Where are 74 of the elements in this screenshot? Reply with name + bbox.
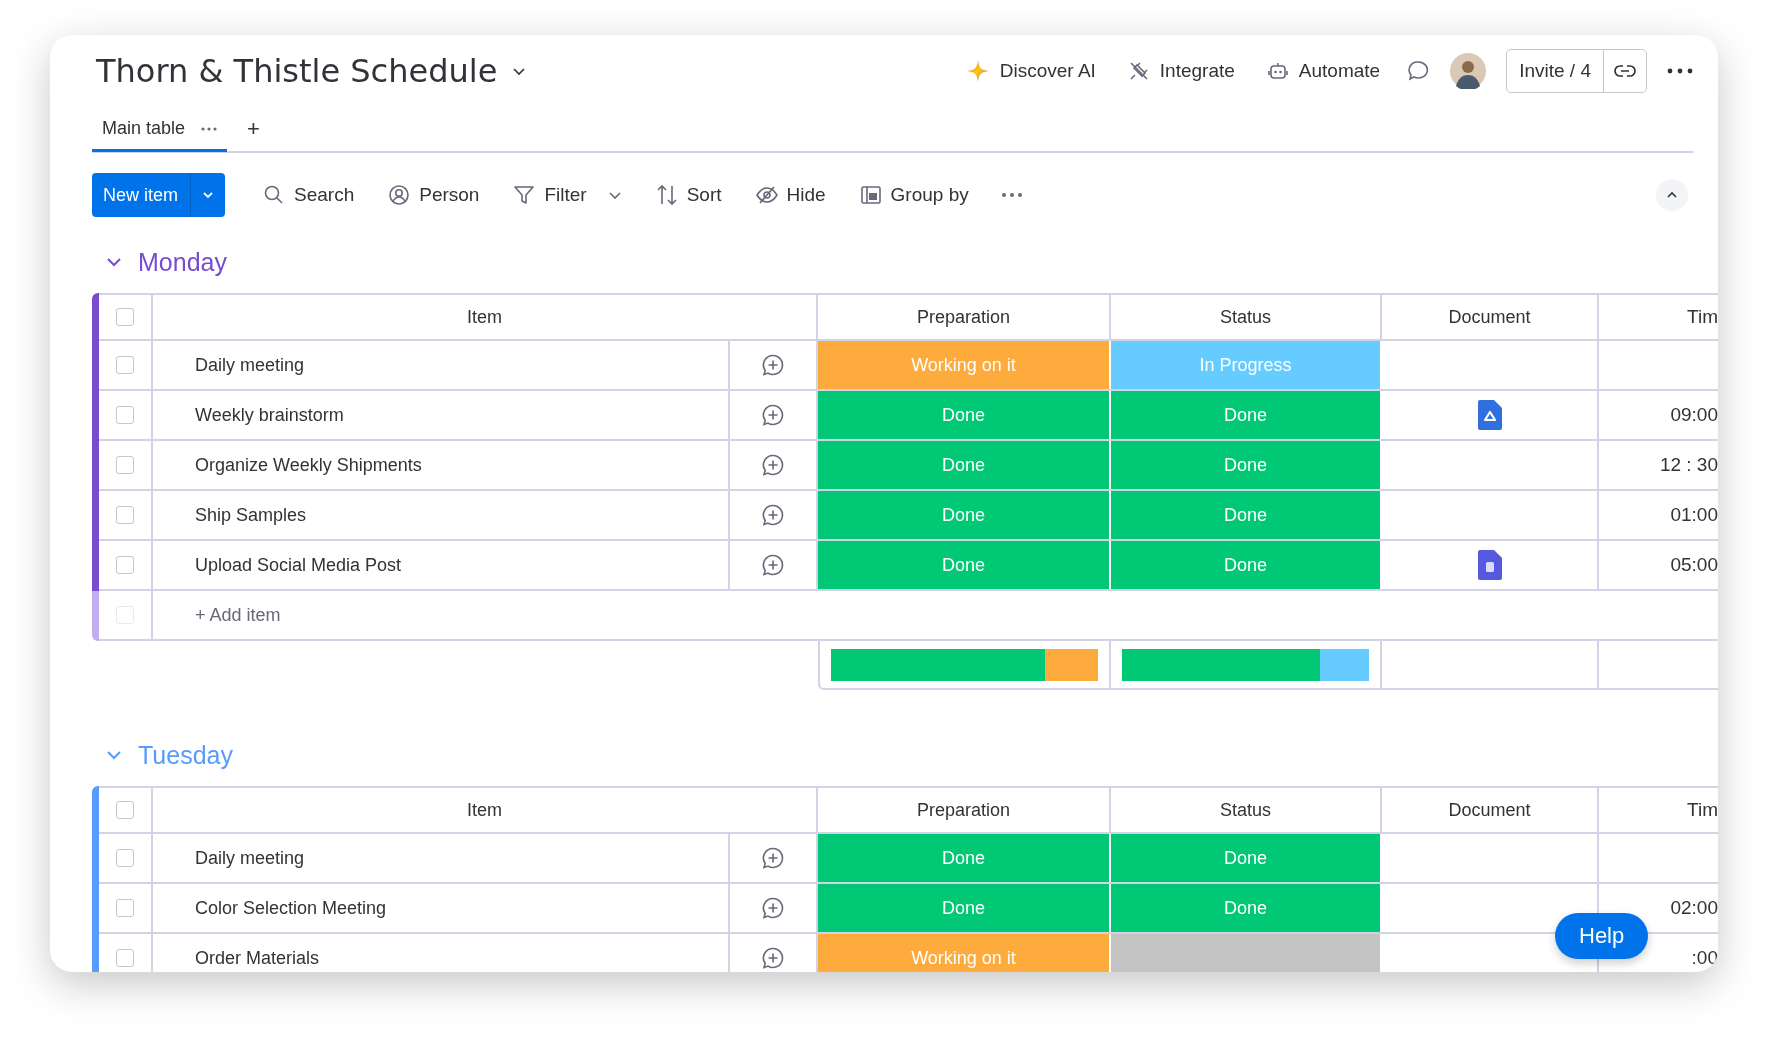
- row-checkbox[interactable]: [116, 356, 134, 374]
- robot-icon: [1266, 60, 1289, 82]
- view-tab[interactable]: Main table: [92, 108, 228, 152]
- item-name[interactable]: Order Materials: [195, 947, 320, 969]
- column-header: Status: [1111, 295, 1382, 339]
- chat-bubble-icon[interactable]: [1406, 59, 1431, 83]
- column-header: Tim: [1686, 798, 1718, 822]
- more-icon[interactable]: [1667, 67, 1693, 75]
- group-title[interactable]: Monday: [138, 247, 227, 277]
- toolbar-button[interactable]: Group by: [849, 178, 979, 212]
- row-checkbox[interactable]: [116, 406, 134, 424]
- file-icon[interactable]: [1477, 550, 1502, 580]
- toolbar-button[interactable]: Search: [253, 178, 365, 212]
- board-title: Thorn & Thistle Schedule: [96, 52, 498, 90]
- add-update-icon[interactable]: [761, 503, 785, 527]
- column-header: Item: [153, 788, 818, 832]
- filter-icon: [513, 184, 536, 206]
- more-icon[interactable]: [1000, 192, 1023, 198]
- select-all-checkbox[interactable]: [116, 801, 134, 819]
- time-value: 01:00: [1670, 504, 1718, 526]
- collapse-button[interactable]: [1656, 179, 1688, 211]
- column-header: Document: [1382, 295, 1599, 339]
- row-checkbox[interactable]: [116, 556, 134, 574]
- add-update-icon[interactable]: [761, 846, 785, 870]
- item-name[interactable]: Daily meeting: [195, 847, 305, 869]
- item-name[interactable]: Upload Social Media Post: [195, 554, 402, 576]
- plug-icon: [1127, 60, 1150, 82]
- toolbar-button[interactable]: Person: [378, 178, 490, 212]
- add-update-icon[interactable]: [761, 896, 785, 920]
- time-value: 02:00: [1670, 897, 1718, 919]
- avatar[interactable]: [1450, 53, 1487, 89]
- header-action-button[interactable]: Integrate: [1121, 56, 1241, 86]
- add-view-button[interactable]: +: [241, 116, 266, 142]
- search-icon: [263, 184, 285, 206]
- row-checkbox[interactable]: [116, 949, 134, 967]
- add-item-link[interactable]: + Add item: [195, 604, 281, 626]
- row-checkbox[interactable]: [116, 456, 134, 474]
- column-header: Preparation: [818, 295, 1111, 339]
- sort-icon: [655, 184, 678, 206]
- person-icon: [388, 184, 411, 206]
- eye-slash-icon: [755, 184, 778, 206]
- column-header: Preparation: [818, 788, 1111, 832]
- header-action-button[interactable]: Discover AI: [959, 55, 1102, 87]
- more-icon[interactable]: [201, 126, 218, 131]
- column-header: Status: [1111, 788, 1382, 832]
- item-name[interactable]: Weekly brainstorm: [195, 404, 344, 426]
- toolbar-button[interactable]: Filter: [503, 178, 632, 212]
- add-update-icon[interactable]: [761, 403, 785, 427]
- toolbar-button[interactable]: Hide: [745, 178, 836, 212]
- header-action-button[interactable]: Automate: [1260, 56, 1387, 86]
- add-update-icon[interactable]: [761, 946, 785, 970]
- tab-label: Main table: [102, 118, 186, 139]
- time-value: 05:00: [1670, 554, 1718, 576]
- column-header: Item: [153, 295, 818, 339]
- time-value: 09:00: [1670, 404, 1718, 426]
- item-name[interactable]: Ship Samples: [195, 504, 307, 526]
- item-name[interactable]: Color Selection Meeting: [195, 897, 387, 919]
- link-icon: [1614, 64, 1636, 78]
- column-header: Tim: [1686, 305, 1718, 329]
- add-update-icon[interactable]: [761, 353, 785, 377]
- row-checkbox[interactable]: [116, 506, 134, 524]
- add-update-icon[interactable]: [761, 553, 785, 577]
- row-checkbox[interactable]: [116, 849, 134, 867]
- drive-file-icon[interactable]: [1477, 400, 1502, 430]
- item-name[interactable]: Organize Weekly Shipments: [195, 454, 422, 476]
- row-checkbox[interactable]: [116, 899, 134, 917]
- group-by-icon: [859, 184, 882, 206]
- item-name[interactable]: Daily meeting: [195, 354, 305, 376]
- add-update-icon[interactable]: [761, 453, 785, 477]
- toolbar-button[interactable]: Sort: [645, 178, 732, 212]
- column-header: Document: [1382, 788, 1599, 832]
- time-value: 12 : 30: [1659, 454, 1718, 476]
- select-all-checkbox[interactable]: [116, 308, 134, 326]
- help-button[interactable]: Help: [1555, 913, 1649, 959]
